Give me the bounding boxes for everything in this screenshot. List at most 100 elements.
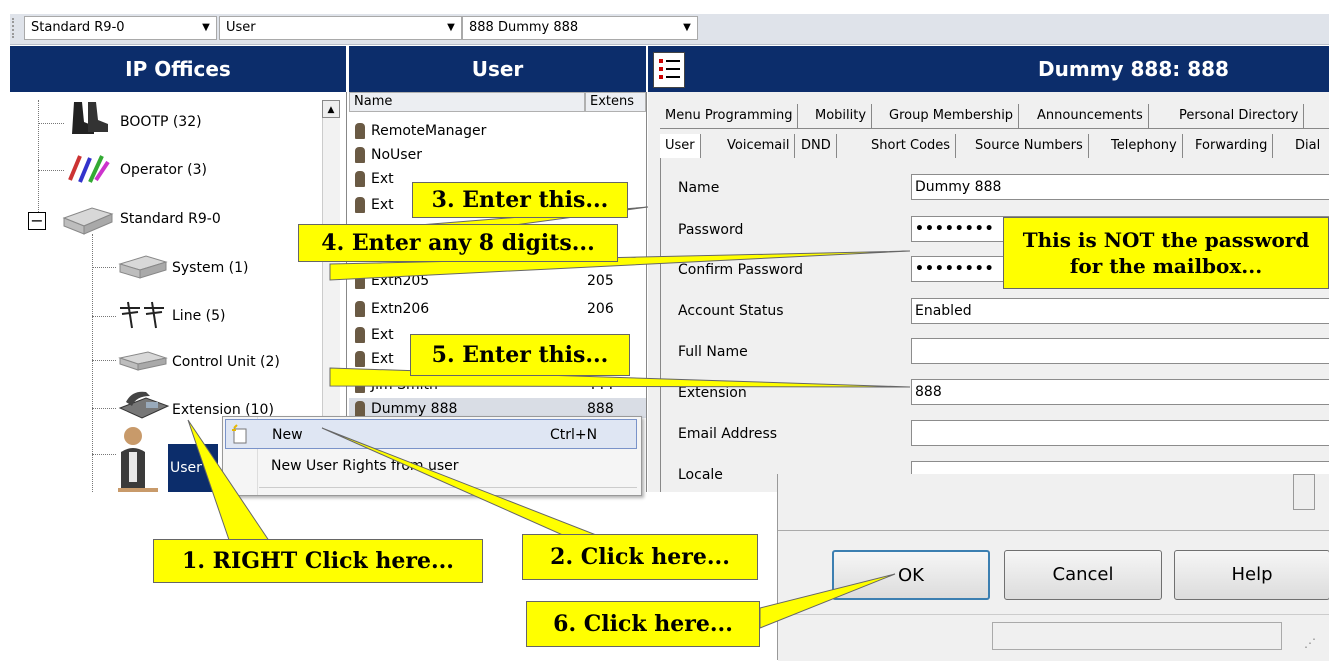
dialog-footer: OK Cancel Help ⋰ xyxy=(777,474,1329,661)
callout-step-2: 2. Click here... xyxy=(522,534,758,580)
tab-row-1: Menu Programming Mobility Group Membersh… xyxy=(660,104,1329,129)
tab-voicemail[interactable]: Voicemail xyxy=(722,134,796,158)
user-list-header: User xyxy=(349,46,646,92)
tab-user[interactable]: User xyxy=(660,134,701,158)
locale-label: Locale xyxy=(678,467,723,483)
tab-menu-programming[interactable]: Menu Programming xyxy=(660,104,799,128)
user-icon xyxy=(355,301,365,317)
chevron-down-icon[interactable]: ▼ xyxy=(679,19,695,37)
callout-step-6: 6. Click here... xyxy=(526,601,760,647)
tab-dial[interactable]: Dial xyxy=(1290,134,1325,158)
user-icon xyxy=(118,422,148,492)
tab-telephony[interactable]: Telephony xyxy=(1106,134,1183,158)
user-icon xyxy=(355,273,365,289)
table-row[interactable]: Extn205 205 xyxy=(349,270,646,292)
note-line-1: This is NOT the password xyxy=(1022,228,1310,252)
tab-personal-directory[interactable]: Personal Directory xyxy=(1174,104,1305,128)
user-icon xyxy=(355,401,365,417)
tab-group-membership[interactable]: Group Membership xyxy=(884,104,1020,128)
system-unit-icon xyxy=(118,252,168,282)
table-row[interactable]: Extn206 206 xyxy=(349,298,646,320)
record-list-icon xyxy=(653,52,685,88)
tree-item-control-unit[interactable]: Control Unit (2) xyxy=(172,354,280,370)
tab-announcements[interactable]: Announcements xyxy=(1032,104,1149,128)
user-details-form: Menu Programming Mobility Group Membersh… xyxy=(648,92,1329,492)
extension-label: Extension xyxy=(678,385,747,401)
tree-item-standard-r9[interactable]: Standard R9-0 xyxy=(120,211,221,227)
collapse-toggle[interactable]: − xyxy=(28,212,46,230)
ip-office-combo-value: Standard R9-0 xyxy=(31,20,125,35)
full-name-label: Full Name xyxy=(678,344,748,360)
ip-offices-header: IP Offices xyxy=(10,46,346,92)
user-icon xyxy=(355,147,365,163)
name-field[interactable]: Dummy 888 xyxy=(911,174,1329,200)
tab-row-2: User Voicemail DND Short Codes Source Nu… xyxy=(660,134,1329,159)
operator-icon xyxy=(66,150,112,186)
callout-step-1: 1. RIGHT Click here... xyxy=(153,539,483,583)
ip-office-unit-icon xyxy=(62,204,114,236)
tree-item-line[interactable]: Line (5) xyxy=(172,308,225,324)
callout-step-5: 5. Enter this... xyxy=(410,334,630,376)
email-field[interactable] xyxy=(911,420,1329,446)
user-icon xyxy=(355,123,365,139)
tree-item-user[interactable]: User xyxy=(168,444,218,492)
config-type-combo[interactable]: User ▼ xyxy=(219,16,462,40)
account-status-select[interactable]: Enabled xyxy=(911,298,1329,324)
callout-step-3: 3. Enter this... xyxy=(412,182,628,218)
user-icon xyxy=(355,197,365,213)
chevron-down-icon[interactable]: ▼ xyxy=(443,19,459,37)
status-badge xyxy=(364,383,370,386)
tab-forwarding[interactable]: Forwarding xyxy=(1190,134,1274,158)
tab-short-codes[interactable]: Short Codes xyxy=(866,134,957,158)
record-title: Dummy 888: 888 xyxy=(1038,57,1229,81)
callout-step-4: 4. Enter any 8 digits... xyxy=(298,224,618,262)
ip-office-combo[interactable]: Standard R9-0 ▼ xyxy=(24,16,217,40)
boot-icon xyxy=(66,100,112,136)
toolbar-grip[interactable] xyxy=(12,18,17,38)
column-header-name[interactable]: Name xyxy=(349,92,585,112)
context-menu: New Ctrl+N New User Rights from user xyxy=(222,416,642,496)
phone-icon xyxy=(116,388,170,424)
table-row[interactable]: RemoteManager xyxy=(349,120,646,142)
top-toolbar: Standard R9-0 ▼ User ▼ 888 Dummy 888 ▼ xyxy=(0,0,1329,45)
resize-grip-icon[interactable]: ⋰ xyxy=(1304,636,1320,652)
record-combo[interactable]: 888 Dummy 888 ▼ xyxy=(462,16,698,40)
table-row[interactable]: Jim Smith 444 xyxy=(349,374,646,396)
record-header: Dummy 888: 888 xyxy=(648,46,1329,92)
email-label: Email Address xyxy=(678,426,778,442)
record-combo-value: 888 Dummy 888 xyxy=(469,20,579,35)
extension-field[interactable]: 888 xyxy=(911,379,1329,405)
confirm-password-label: Confirm Password xyxy=(678,262,804,278)
user-icon xyxy=(355,171,365,187)
column-header-extension[interactable]: Extens xyxy=(585,92,646,112)
tab-source-numbers[interactable]: Source Numbers xyxy=(970,134,1089,158)
tree-item-bootp[interactable]: BOOTP (32) xyxy=(120,114,202,130)
account-status-label: Account Status xyxy=(678,303,784,319)
user-icon xyxy=(355,351,365,367)
tree-item-system[interactable]: System (1) xyxy=(172,260,249,276)
line-pole-icon xyxy=(118,298,168,330)
help-button[interactable]: Help xyxy=(1174,550,1329,600)
callout-password-note: This is NOT the password for the mailbox… xyxy=(1003,217,1329,289)
tree-scroll-up[interactable]: ▲ xyxy=(322,100,340,118)
name-label: Name xyxy=(678,180,720,196)
password-label: Password xyxy=(678,222,744,238)
user-icon xyxy=(355,327,365,343)
scrollbar-stub[interactable] xyxy=(1293,474,1315,510)
menu-item-new[interactable]: New Ctrl+N xyxy=(225,419,637,449)
tree-item-operator[interactable]: Operator (3) xyxy=(120,162,207,178)
full-name-field[interactable] xyxy=(911,338,1329,364)
tab-mobility[interactable]: Mobility xyxy=(810,104,873,128)
chevron-down-icon[interactable]: ▼ xyxy=(198,19,214,37)
table-row[interactable]: NoUser xyxy=(349,144,646,166)
partial-icon xyxy=(118,488,158,492)
ok-button[interactable]: OK xyxy=(832,550,990,600)
table-row-selected[interactable]: Dummy 888 888 xyxy=(349,398,646,418)
config-type-combo-value: User xyxy=(226,20,256,35)
tab-dnd[interactable]: DND xyxy=(796,134,837,158)
note-line-2: for the mailbox... xyxy=(1069,254,1263,278)
menu-item-new-user-rights[interactable]: New User Rights from user xyxy=(225,451,637,481)
cancel-button[interactable]: Cancel xyxy=(1004,550,1162,600)
status-field xyxy=(992,622,1282,650)
new-item-icon xyxy=(230,424,250,444)
